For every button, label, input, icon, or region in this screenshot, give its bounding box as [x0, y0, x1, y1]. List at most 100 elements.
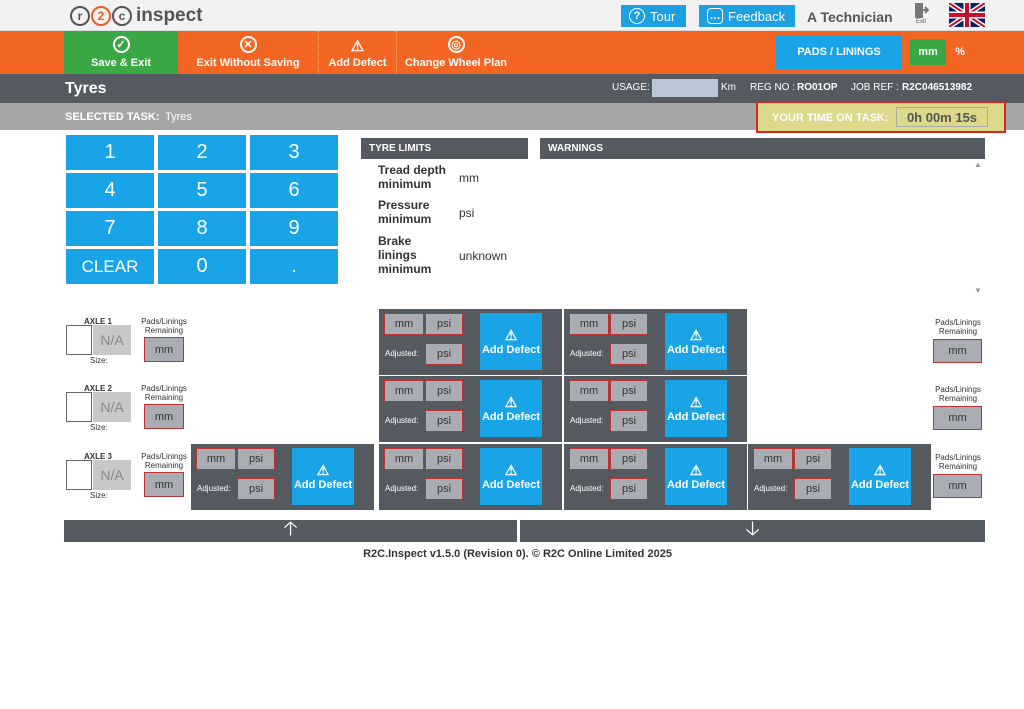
adjusted-pressure-input[interactable]: psi — [237, 478, 275, 500]
key-7[interactable]: 7 — [66, 211, 154, 246]
warnings-list — [540, 159, 985, 296]
logo-text: inspect — [136, 5, 203, 26]
key-dot[interactable]: . — [250, 249, 338, 284]
axle-size-label: Size: — [90, 356, 108, 365]
pressure-value: psi — [459, 206, 475, 220]
tour-button[interactable]: ? Tour — [621, 5, 686, 27]
key-4[interactable]: 4 — [66, 173, 154, 208]
pressure-input[interactable]: psi — [610, 313, 648, 335]
key-5[interactable]: 5 — [158, 173, 246, 208]
add-defect-label: Add Defect — [293, 478, 353, 491]
brake-linings-label: Brake linings minimum — [378, 234, 458, 276]
pressure-input[interactable]: psi — [610, 380, 648, 402]
pressure-input[interactable]: psi — [237, 448, 275, 470]
unit-mm-toggle[interactable]: mm — [910, 39, 946, 65]
selected-task-bar: SELECTED TASK: Tyres YOUR TIME ON TASK: … — [0, 101, 1024, 133]
pressure-input[interactable]: psi — [425, 313, 463, 335]
tyre-cell: mm psi Adjusted: psi ⚠ Add Defect — [379, 309, 562, 375]
add-defect-button[interactable]: ⚠ Add Defect — [292, 448, 354, 505]
pressure-input[interactable]: psi — [425, 448, 463, 470]
adjusted-pressure-input[interactable]: psi — [425, 478, 463, 500]
tread-depth-input[interactable]: mm — [384, 313, 424, 335]
add-defect-button[interactable]: ⚠ Add Defect — [480, 448, 542, 505]
pads-right-input[interactable]: mm — [933, 339, 982, 363]
scroll-up-button[interactable]: 🡡 — [64, 518, 517, 542]
pads-right-input[interactable]: mm — [933, 406, 982, 430]
action-bar: ✓ Save & Exit ✕ Exit Without Saving ⚠ Add D… — [0, 31, 1024, 74]
logo-letter-c: c — [112, 6, 132, 26]
axle-na-value: N/A — [93, 392, 131, 422]
scroll-up-icon[interactable]: ▲ — [974, 160, 982, 169]
tread-depth-input[interactable]: mm — [384, 380, 424, 402]
adjusted-pressure-input[interactable]: psi — [794, 478, 832, 500]
exit-button[interactable]: Exit — [910, 2, 932, 30]
unit-percent-toggle[interactable]: % — [946, 39, 974, 65]
key-2[interactable]: 2 — [158, 135, 246, 170]
pads-remaining-label-right: Remaining — [938, 394, 978, 403]
warning-icon: ⚠ — [689, 461, 703, 478]
adjusted-pressure-input[interactable]: psi — [425, 343, 463, 365]
key-1[interactable]: 1 — [66, 135, 154, 170]
scroll-down-button[interactable]: 🡣 — [520, 518, 985, 542]
scroll-down-icon[interactable]: ▼ — [974, 286, 982, 295]
key-0[interactable]: 0 — [158, 249, 246, 284]
pads-linings-label-right: Pads/Linings — [935, 318, 981, 327]
exit-without-saving-button[interactable]: ✕ Exit Without Saving — [178, 31, 319, 74]
key-3[interactable]: 3 — [250, 135, 338, 170]
pressure-input[interactable]: psi — [425, 380, 463, 402]
help-icon: ? — [629, 8, 645, 24]
adjusted-pressure-input[interactable]: psi — [610, 410, 648, 432]
pressure-l2: minimum — [378, 212, 432, 226]
change-wheel-plan-button[interactable]: ◎ Change Wheel Plan — [397, 31, 515, 74]
key-8[interactable]: 8 — [158, 211, 246, 246]
reg-value: RO01OP — [797, 82, 838, 93]
pads-right-input[interactable]: mm — [933, 474, 982, 498]
adjusted-pressure-input[interactable]: psi — [610, 478, 648, 500]
pads-left-input[interactable]: mm — [144, 472, 184, 497]
uk-flag-icon[interactable] — [949, 3, 985, 27]
brake-linings-value: unknown — [459, 249, 508, 263]
warning-icon: ⚠ — [316, 461, 330, 478]
pressure-label: Pressure minimum — [378, 198, 458, 226]
add-defect-top-button[interactable]: ⚠ Add Defect — [319, 31, 397, 74]
tread-depth-input[interactable]: mm — [569, 313, 609, 335]
save-exit-button[interactable]: ✓ Save & Exit — [64, 31, 178, 74]
adjusted-pressure-input[interactable]: psi — [610, 343, 648, 365]
tread-depth-l1: Tread depth — [378, 163, 447, 177]
exit-door-icon — [915, 3, 929, 18]
tread-depth-input[interactable]: mm — [569, 448, 609, 470]
axle-checkbox[interactable] — [66, 460, 92, 490]
logo-letter-r: r — [70, 6, 90, 26]
selected-task-label: SELECTED TASK: — [65, 111, 160, 123]
add-defect-button[interactable]: ⚠ Add Defect — [480, 380, 542, 437]
add-defect-button[interactable]: ⚠ Add Defect — [665, 380, 727, 437]
tread-depth-input[interactable]: mm — [753, 448, 793, 470]
pressure-input[interactable]: psi — [794, 448, 832, 470]
add-defect-button[interactable]: ⚠ Add Defect — [480, 313, 542, 370]
tread-depth-input[interactable]: mm — [384, 448, 424, 470]
add-defect-button[interactable]: ⚠ Add Defect — [665, 313, 727, 370]
job-label: JOB REF : — [851, 82, 899, 93]
pads-left-input[interactable]: mm — [144, 404, 184, 429]
key-clear[interactable]: CLEAR — [66, 249, 154, 284]
key-9[interactable]: 9 — [250, 211, 338, 246]
pressure-input[interactable]: psi — [610, 448, 648, 470]
brake-l3: minimum — [378, 262, 432, 276]
pads-remaining-label: Remaining — [144, 393, 184, 402]
time-on-task-box: YOUR TIME ON TASK: 0h 00m 15s — [756, 101, 1006, 133]
pads-linings-button[interactable]: PADS / LININGS — [776, 35, 902, 69]
add-defect-button[interactable]: ⚠ Add Defect — [665, 448, 727, 505]
logo-letter-2: 2 — [91, 6, 111, 26]
adjusted-pressure-input[interactable]: psi — [425, 410, 463, 432]
pads-left-input[interactable]: mm — [144, 337, 184, 362]
axle-checkbox[interactable] — [66, 392, 92, 422]
usage-input[interactable] — [652, 79, 718, 97]
tread-depth-input[interactable]: mm — [569, 380, 609, 402]
adjusted-label: Adjusted: — [385, 349, 419, 358]
tread-depth-input[interactable]: mm — [196, 448, 236, 470]
feedback-button[interactable]: … Feedback — [699, 5, 795, 27]
key-6[interactable]: 6 — [250, 173, 338, 208]
axle-checkbox[interactable] — [66, 325, 92, 355]
add-defect-button[interactable]: ⚠ Add Defect — [849, 448, 911, 505]
tread-depth-label: Tread depth minimum — [378, 163, 458, 191]
